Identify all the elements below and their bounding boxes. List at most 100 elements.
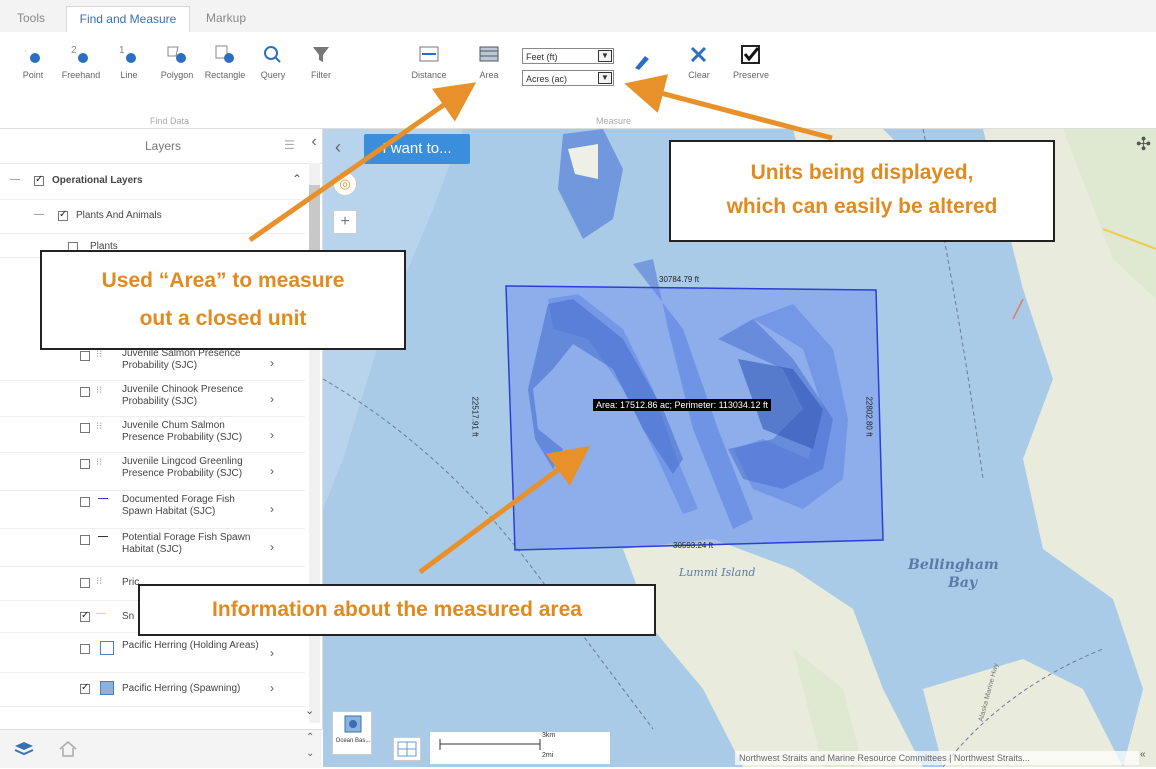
preserve-checkbox[interactable]: Preserve [728, 44, 774, 80]
chevron-right-icon[interactable]: › [270, 681, 274, 695]
chevron-right-icon[interactable]: › [270, 646, 274, 660]
filter-tool-button[interactable]: Filter [298, 44, 344, 80]
length-unit-value: Feet (ft) [526, 52, 558, 62]
layer-checkbox[interactable] [80, 459, 90, 469]
chevron-right-icon[interactable]: › [270, 428, 274, 442]
tab-find-and-measure[interactable]: Find and Measure [66, 6, 190, 33]
layer-checkbox[interactable] [58, 209, 68, 221]
tab-markup[interactable]: Markup [196, 6, 256, 31]
query-icon [264, 46, 281, 63]
layer-checkbox[interactable] [80, 682, 90, 694]
freehand-tool-button[interactable]: 2 Freehand [58, 44, 104, 80]
area-icon [479, 46, 499, 62]
line-legend-icon: — [98, 531, 108, 542]
overview-map-button[interactable] [393, 737, 421, 761]
layer-group-plants-animals[interactable]: — Plants And Animals [0, 199, 305, 234]
chevron-right-icon[interactable]: › [270, 464, 274, 478]
rectangle-icon [215, 45, 234, 63]
layer-legend-icon: ⁝⁝ [96, 457, 103, 468]
area-callout-line1: Used “Area” to measure [101, 269, 345, 292]
polygon-legend-icon [100, 641, 114, 655]
measured-area-callout: Information about the measured area [138, 584, 656, 636]
home-icon[interactable] [58, 740, 78, 758]
line-tool-button[interactable]: 1 Line [106, 44, 152, 80]
chevron-right-icon[interactable]: › [270, 392, 274, 406]
area-unit-select[interactable]: Acres (ac) ▼ [522, 70, 614, 86]
scroll-up-icon[interactable]: ⌃ [306, 732, 314, 743]
area-tool-callout: Used “Area” to measure out a closed unit [40, 250, 406, 350]
right-edge-length: 22802.80 ft [864, 396, 874, 437]
svg-text:1: 1 [119, 45, 125, 56]
bottom-edge-length: 30593.24 ft [673, 541, 714, 550]
distance-tool-button[interactable]: Distance [406, 44, 452, 80]
chevron-right-icon[interactable]: › [270, 502, 274, 516]
rectangle-tool-button[interactable]: Rectangle [202, 44, 248, 80]
query-tool-button[interactable]: Query [250, 44, 296, 80]
i-want-to-button[interactable]: I want to... [364, 134, 470, 164]
area-tool-button[interactable]: Area [466, 44, 512, 80]
point-icon: · [24, 46, 40, 63]
point-tool-button[interactable]: · Point [10, 44, 56, 80]
layer-label: Pacific Herring (Spawning) [122, 683, 241, 694]
layer-legend-icon: ⁝⁝ [96, 385, 103, 396]
collapse-panel-arrow[interactable]: ‹ [327, 135, 349, 161]
layer-checkbox[interactable] [80, 578, 90, 588]
layer-item[interactable]: Pacific Herring (Spawning) › [0, 672, 305, 707]
layer-item[interactable]: ⁝⁝ Juvenile Lingcod Greenling Presence P… [0, 452, 305, 491]
polygon-legend-icon [100, 681, 114, 695]
zoom-in-button[interactable]: + [333, 210, 357, 234]
scroll-down-icon[interactable]: ⌄ [305, 704, 314, 717]
layer-group-operational[interactable]: — Operational Layers ⌃ [0, 163, 305, 200]
lummi-island-label: Lummi Island [679, 566, 756, 579]
measure-style-button[interactable] [618, 50, 664, 76]
layer-checkbox[interactable] [80, 387, 90, 397]
layer-checkbox[interactable] [80, 351, 90, 361]
chevron-up-icon[interactable]: ⌃ [292, 172, 302, 186]
collapse-panel-button[interactable]: ‹ [306, 133, 322, 157]
layer-item[interactable]: — Documented Forage Fish Spawn Habitat (… [0, 490, 305, 529]
clear-button[interactable]: Clear [676, 44, 722, 80]
layer-item[interactable]: ⁝⁝ Juvenile Chinook Presence Probability… [0, 380, 305, 417]
layer-label: Documented Forage Fish Spawn Habitat (SJ… [122, 494, 235, 517]
paint-brush-icon [635, 56, 649, 70]
layer-item[interactable]: Pacific Herring (Holding Areas) › [0, 632, 305, 673]
layer-label: Juvenile Chum Salmon Presence Probabilit… [122, 420, 243, 443]
locate-icon[interactable]: ◎ [333, 172, 357, 196]
scroll-down-icon[interactable]: ⌄ [306, 748, 314, 759]
polygon-tool-button[interactable]: Polygon [154, 44, 200, 80]
tab-tools[interactable]: Tools [10, 6, 52, 31]
close-icon [690, 46, 707, 63]
find-data-group-label: Find Data [150, 116, 190, 126]
map-attribution: Northwest Straits and Marine Resource Co… [735, 751, 1139, 765]
layer-item[interactable]: ⁝⁝ Juvenile Chum Salmon Presence Probabi… [0, 416, 305, 453]
chevron-right-icon[interactable]: › [270, 356, 274, 370]
distance-icon [419, 46, 439, 62]
layer-legend-icon: ⁝⁝ [96, 349, 103, 360]
collapse-icon[interactable]: — [10, 174, 20, 185]
layer-label: Pric [122, 577, 140, 588]
layer-checkbox[interactable] [80, 497, 90, 507]
tools-icon[interactable]: ✣ [1136, 134, 1151, 155]
layer-label: Plants And Animals [76, 210, 162, 221]
layer-item[interactable]: — Potential Forage Fish Spawn Habitat (S… [0, 528, 305, 567]
layer-checkbox[interactable] [80, 610, 90, 622]
collapse-icon[interactable]: — [34, 209, 44, 220]
length-unit-select[interactable]: Feet (ft) ▼ [522, 48, 614, 64]
tab-bar: Tools Find and Measure Markup [0, 0, 1156, 33]
units-callout: Units being displayed, which can easily … [669, 140, 1055, 242]
layer-checkbox[interactable] [80, 644, 90, 654]
layer-label: Pacific Herring (Holding Areas) [122, 640, 259, 651]
layer-checkbox[interactable] [80, 535, 90, 545]
expand-attribution-icon[interactable]: « [1140, 749, 1146, 760]
layer-checkbox[interactable] [80, 423, 90, 433]
layer-label: Juvenile Lingcod Greenling Presence Prob… [122, 456, 243, 479]
chevron-right-icon[interactable]: › [270, 540, 274, 554]
layers-icon[interactable] [14, 741, 34, 757]
panel-bottom-bar: ⌃ ⌄ [0, 729, 322, 768]
area-label: Area [479, 70, 499, 80]
layer-label: Juvenile Salmon Presence Probability (SJ… [122, 348, 241, 371]
basemap-switcher[interactable]: Ocean Bas... [332, 711, 372, 755]
freehand-label: Freehand [61, 70, 101, 80]
list-view-icon[interactable]: ☰ [284, 138, 295, 152]
layer-checkbox[interactable] [34, 174, 44, 186]
